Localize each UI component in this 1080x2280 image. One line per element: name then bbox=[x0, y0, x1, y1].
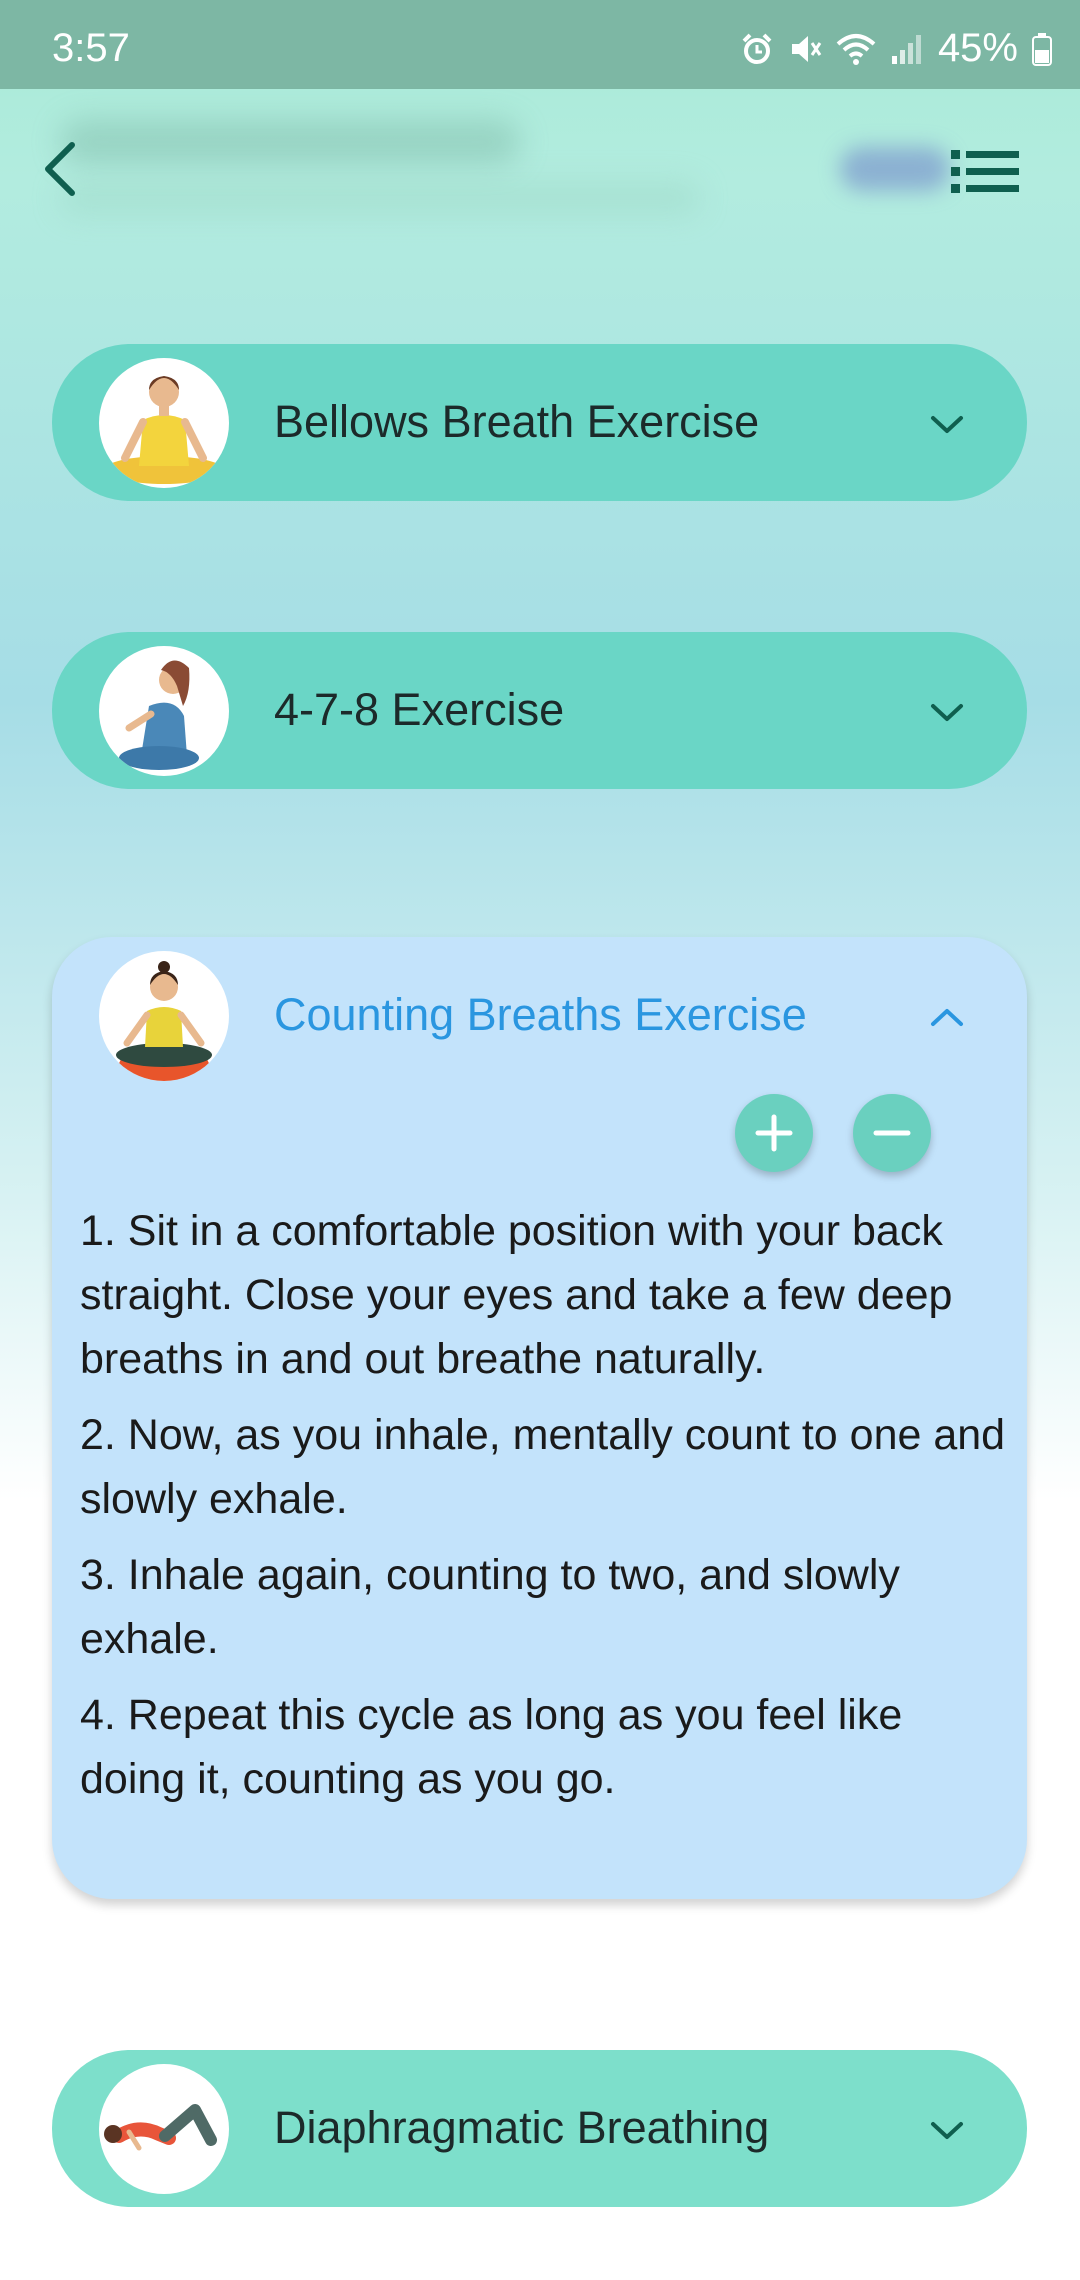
collapse-button[interactable] bbox=[925, 995, 969, 1039]
meditation-avatar bbox=[99, 2064, 229, 2194]
chevron-down-icon bbox=[931, 416, 963, 433]
signal-icon bbox=[891, 34, 921, 64]
list-icon bbox=[951, 150, 1019, 193]
app-bar bbox=[0, 89, 1080, 239]
chevron-down-icon bbox=[931, 2122, 963, 2139]
battery-percent: 45% bbox=[937, 26, 1018, 70]
step-text: 1. Sit in a comfortable position with yo… bbox=[80, 1207, 953, 1383]
menu-button[interactable] bbox=[950, 139, 1020, 203]
blurred-title bbox=[60, 119, 520, 165]
step-text: 4. Repeat this cycle as long as you feel… bbox=[80, 1691, 903, 1803]
wifi-icon bbox=[836, 33, 876, 65]
status-bar: 3:57 45% bbox=[0, 0, 1080, 89]
status-time: 3:57 bbox=[52, 26, 130, 70]
mute-icon bbox=[791, 35, 822, 62]
expand-button[interactable] bbox=[925, 690, 969, 734]
chevron-down-icon bbox=[931, 704, 963, 721]
exercise-card-4-7-8[interactable]: 4-7-8 Exercise bbox=[52, 632, 1027, 789]
exercise-steps: 1. Sit in a comfortable position with yo… bbox=[80, 1199, 1010, 1823]
minus-icon bbox=[873, 1130, 911, 1136]
plus-icon bbox=[755, 1114, 793, 1152]
chevron-up-icon bbox=[931, 1009, 963, 1026]
meditation-avatar bbox=[99, 646, 229, 776]
card-title: Counting Breaths Exercise bbox=[274, 989, 807, 1040]
chevron-left-icon bbox=[45, 142, 75, 196]
alarm-icon bbox=[742, 33, 772, 64]
blurred-subtitle bbox=[60, 181, 700, 215]
meditation-avatar bbox=[99, 951, 229, 1081]
battery-icon bbox=[1032, 32, 1052, 66]
meditation-avatar bbox=[99, 358, 229, 488]
back-button[interactable] bbox=[30, 129, 90, 209]
zoom-out-button[interactable] bbox=[853, 1094, 931, 1172]
card-title: 4-7-8 Exercise bbox=[274, 684, 565, 735]
expand-button[interactable] bbox=[925, 402, 969, 446]
card-title: Bellows Breath Exercise bbox=[274, 396, 760, 447]
exercise-card-bellows-breath[interactable]: Bellows Breath Exercise bbox=[52, 344, 1027, 501]
blurred-action[interactable] bbox=[840, 147, 950, 191]
step-text: 3. Inhale again, counting to two, and sl… bbox=[80, 1551, 900, 1663]
card-title: Diaphragmatic Breathing bbox=[274, 2102, 770, 2153]
exercise-card-counting-breaths[interactable]: Counting Breaths Exercise 1. Sit in a co… bbox=[52, 937, 1027, 1899]
step-text: 2. Now, as you inhale, mentally count to… bbox=[80, 1411, 1006, 1523]
zoom-in-button[interactable] bbox=[735, 1094, 813, 1172]
expand-button[interactable] bbox=[925, 2108, 969, 2152]
exercise-card-diaphragmatic-breathing[interactable]: Diaphragmatic Breathing bbox=[52, 2050, 1027, 2207]
